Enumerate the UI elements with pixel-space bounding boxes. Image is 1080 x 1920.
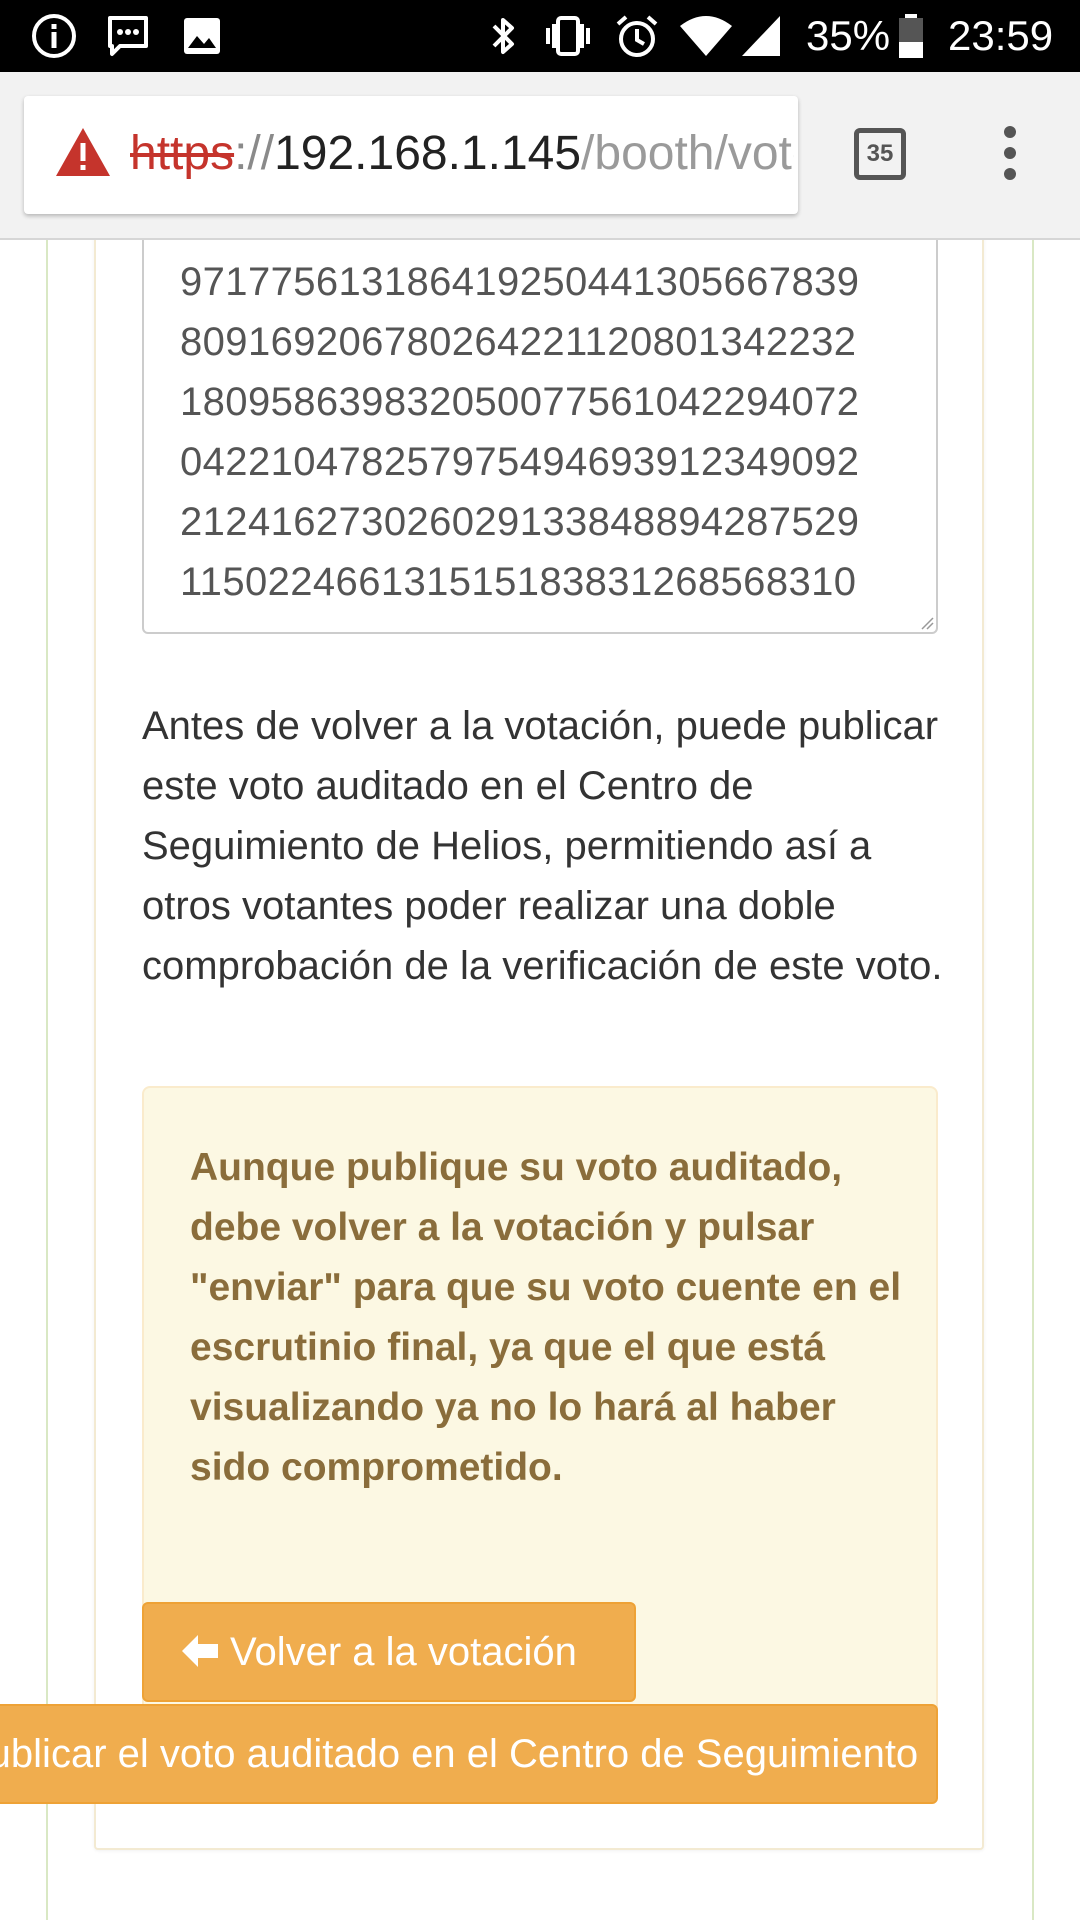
url-path: /booth/vote.html <box>581 127 794 180</box>
vibrate-icon <box>546 16 590 56</box>
address-bar[interactable]: https://192.168.1.145/booth/vote.html <box>24 96 798 214</box>
publish-button-label: Publicar el voto auditado en el Centro d… <box>0 1732 919 1776</box>
arrow-left-icon <box>182 1635 218 1668</box>
browser-toolbar: https://192.168.1.145/booth/vote.html 35 <box>0 72 1080 240</box>
warning-text: Aunque publique su voto auditado, debe v… <box>190 1146 902 1489</box>
message-icon <box>108 16 148 56</box>
tabs-icon[interactable]: 35 <box>854 128 906 180</box>
page-content: 97177561318641925044130566783​9 80916920… <box>0 240 1080 1920</box>
alarm-icon <box>616 15 658 57</box>
url-host: 192.168.1.145 <box>274 127 582 180</box>
ballot-line: 809169206780264221120801342232 <box>180 320 857 364</box>
ballot-line: 212416273026029133848894287529 <box>180 500 860 544</box>
container-border-left <box>46 240 48 1920</box>
image-icon <box>184 18 220 54</box>
url-text[interactable]: https://192.168.1.145/booth/vote.html <box>130 124 794 184</box>
signal-icon <box>742 16 780 56</box>
ballot-text: 97177561318641925044130566783​9 80916920… <box>180 252 859 612</box>
menu-icon[interactable] <box>998 126 1022 186</box>
url-scheme: https <box>130 127 235 180</box>
clock: 23:59 <box>948 12 1054 59</box>
tab-count: 35 <box>866 140 894 167</box>
wifi-icon <box>680 16 732 56</box>
ballot-line: 042210478257975494693912349092 <box>180 440 860 484</box>
ballot-line: 97177561318641925044130566783​9 <box>180 260 860 304</box>
ballot-line: 115022466131515183831268568310 <box>180 560 857 604</box>
url-separator: :// <box>234 127 275 180</box>
warning-icon[interactable] <box>54 126 112 178</box>
battery-percent: 35% <box>806 12 891 59</box>
container-border-right <box>1032 240 1034 1920</box>
back-to-booth-button[interactable]: Volver a la votación <box>142 1602 636 1702</box>
info-icon <box>32 14 76 58</box>
publish-audited-vote-button[interactable]: Publicar el voto auditado en el Centro d… <box>0 1704 938 1804</box>
publish-intro-text: Antes de volver a la votación, puede pub… <box>142 704 943 988</box>
resize-handle-icon[interactable] <box>920 616 934 630</box>
back-button-label: Volver a la votación <box>230 1630 577 1674</box>
bluetooth-icon <box>492 18 514 54</box>
ballot-line: 180958639832050077561042294072 <box>180 380 860 424</box>
status-bar: 35% 23:59 <box>0 0 1080 72</box>
battery-icon <box>899 14 923 58</box>
audited-ballot-textarea[interactable]: 97177561318641925044130566783​9 80916920… <box>142 240 938 634</box>
